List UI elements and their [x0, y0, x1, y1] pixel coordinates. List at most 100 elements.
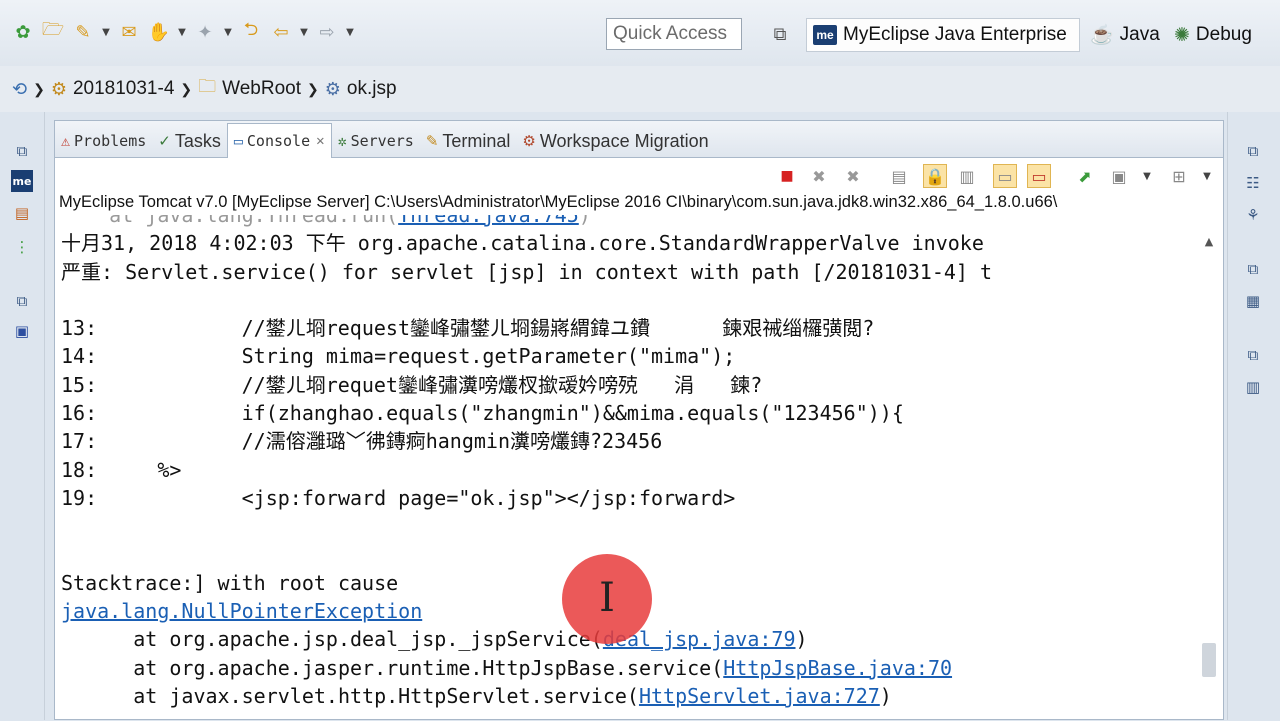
breadcrumb-project[interactable]: 20181031-4: [73, 78, 174, 100]
chevron-right-icon: ❯: [307, 80, 319, 97]
tab-servers[interactable]: ✲ Servers: [332, 125, 420, 157]
console-text-segment: ): [795, 627, 808, 652]
console-text-segment: at org.apache.jsp.deal_jsp._jspService(: [61, 627, 603, 652]
tab-label: Problems: [74, 132, 147, 150]
perspective-myeclipse-java-enterprise[interactable]: me MyEclipse Java Enterprise: [806, 18, 1080, 52]
perspective-java[interactable]: ☕ Java: [1084, 18, 1166, 52]
tab-workspace-migration[interactable]: ⚙ Workspace Migration: [516, 125, 714, 157]
chevron-down-icon[interactable]: ▼: [100, 27, 112, 38]
close-icon[interactable]: ✕: [316, 133, 324, 149]
package-icon[interactable]: ✉: [116, 18, 142, 46]
java-cup-icon: ☕: [1090, 25, 1114, 46]
new-server-icon[interactable]: ✿: [10, 18, 36, 46]
perspective-debug[interactable]: ✺ Debug: [1168, 18, 1258, 52]
console-line: 13: //鐢ㄦ埛request鑾峰彇鐢ㄦ埛鍚嶈緭鍏ユ鐨 鍊艰祴缁欏彉閲?: [61, 316, 875, 341]
console-text-segment: at org.apache.jasper.runtime.HttpJspBase…: [61, 655, 724, 680]
bug-icon: ✺: [1174, 24, 1190, 46]
console-text-segment: at java.lang.Thread.run(: [61, 215, 399, 227]
chevron-right-icon: ❯: [180, 80, 193, 97]
view-tab-bar: ⚠ Problems ✓ Tasks ▭ Console ✕ ✲ Servers…: [55, 121, 1223, 158]
perspective-label: MyEclipse Java Enterprise: [843, 24, 1067, 45]
remove-launch-icon[interactable]: ✖: [807, 164, 831, 188]
main-toolbar: ✿ 🗁 ✎ ▼ ✉ ✋ ▼ ✦ ▼ ⮌ ⇦ ▼ ⇨ ▼ ⧉ me MyEclip…: [0, 0, 1280, 67]
toolbar-icon-group: ✿ 🗁 ✎ ▼ ✉ ✋ ▼ ✦ ▼ ⮌ ⇦ ▼ ⇨ ▼: [10, 18, 356, 46]
myeclipse-explorer-icon[interactable]: me: [11, 170, 33, 192]
console-text-segment: ): [879, 684, 892, 709]
display-console-icon[interactable]: ▣: [1107, 164, 1131, 188]
annotation-icon[interactable]: ✦: [192, 18, 218, 46]
console-line: 16: if(zhanghao.equals("zhangmin")&&mima…: [61, 401, 904, 426]
image-preview-icon[interactable]: ▣: [11, 320, 33, 342]
back-icon[interactable]: ⇦: [268, 18, 294, 46]
console-icon: ▭: [233, 132, 243, 150]
tab-label: Servers: [350, 132, 414, 150]
folder-icon: 🗀: [198, 76, 217, 96]
terminate-icon[interactable]: ■: [775, 164, 799, 188]
terminal-icon: ✎: [425, 133, 439, 150]
open-console-icon[interactable]: ⊞: [1167, 164, 1191, 188]
remove-all-terminated-icon[interactable]: ✖: [841, 164, 865, 188]
tab-console[interactable]: ▭ Console ✕: [226, 123, 332, 158]
console-text-segment: at javax.servlet.http.HttpServlet.servic…: [61, 684, 639, 709]
exception-link[interactable]: java.lang.NullPointerException: [61, 599, 422, 623]
palette-icon[interactable]: ⚘: [1242, 204, 1264, 226]
tab-terminal[interactable]: ✎ Terminal: [420, 125, 517, 157]
console-line: 严重: Servlet.service() for servlet [jsp] …: [61, 259, 993, 284]
stack-frame-link[interactable]: HttpServlet.java:727: [639, 684, 880, 708]
restore-icon[interactable]: ⧉: [1242, 258, 1264, 280]
scroll-up-icon[interactable]: ▲: [1201, 233, 1217, 249]
tab-label: Workspace Migration: [539, 130, 709, 151]
restore-icon[interactable]: ⧉: [1242, 140, 1264, 162]
snippets-icon[interactable]: ▥: [1242, 376, 1264, 398]
chevron-down-icon[interactable]: ▼: [1195, 164, 1219, 188]
chevron-down-icon[interactable]: ▼: [176, 27, 188, 38]
restore-icon[interactable]: ⧉: [11, 290, 33, 312]
word-wrap-icon[interactable]: ▥: [955, 164, 979, 188]
chevron-down-icon[interactable]: ▼: [344, 27, 356, 38]
migration-icon: ⚙: [522, 133, 536, 150]
pin-icon[interactable]: ✋: [146, 18, 172, 46]
outline-icon[interactable]: ☷: [1242, 172, 1264, 194]
last-edit-icon[interactable]: ⮌: [238, 18, 264, 46]
console-line: 14: String mima=request.getParameter("mi…: [61, 344, 736, 369]
breadcrumb-file[interactable]: ok.jsp: [347, 78, 397, 100]
scrollbar-thumb[interactable]: [1202, 643, 1216, 677]
breadcrumb-folder[interactable]: WebRoot: [222, 78, 301, 100]
myeclipse-logo-icon: me: [813, 25, 837, 45]
show-on-stderr-icon[interactable]: ▭: [1027, 164, 1051, 188]
chevron-down-icon[interactable]: ▼: [298, 27, 310, 38]
console-process-label: MyEclipse Tomcat v7.0 [MyEclipse Server]…: [59, 193, 1058, 211]
jsp-file-icon: ⚙: [324, 78, 341, 99]
deploy-icon[interactable]: ✎: [70, 18, 96, 46]
console-line: at org.apache.jasper.runtime.HttpJspBase…: [61, 654, 1195, 682]
tab-problems[interactable]: ⚠ Problems: [55, 125, 152, 157]
show-on-stdout-icon[interactable]: ▭: [993, 164, 1017, 188]
tab-label: Tasks: [174, 130, 221, 151]
forward-icon[interactable]: ⇨: [314, 18, 340, 46]
pin-console-icon[interactable]: ⬈: [1073, 164, 1097, 188]
outline-icon[interactable]: ⋮: [11, 236, 33, 258]
console-toolbar: ■ ✖ ✖ ▤ 🔒 ▥ ▭ ▭ ⬈ ▣ ▼ ⊞ ▼: [55, 158, 1223, 194]
scroll-lock-icon[interactable]: 🔒: [923, 164, 947, 188]
open-folder-icon[interactable]: 🗁: [40, 18, 66, 46]
restore-icon[interactable]: ⧉: [11, 140, 33, 162]
workspace-icon[interactable]: ⟲: [12, 79, 27, 100]
project-icon: ⚙: [50, 78, 67, 99]
quick-access-input[interactable]: [606, 18, 742, 50]
console-line: 十月31, 2018 4:02:03 下午 org.apache.catalin…: [61, 231, 984, 256]
console-vertical-scrollbar[interactable]: ▲: [1201, 233, 1217, 713]
tab-tasks[interactable]: ✓ Tasks: [152, 125, 227, 157]
restore-icon[interactable]: ⧉: [1242, 344, 1264, 366]
properties-icon[interactable]: ▦: [1242, 290, 1264, 312]
chevron-down-icon[interactable]: ▼: [222, 27, 234, 38]
hierarchy-icon[interactable]: ▤: [11, 202, 33, 224]
open-perspective-icon[interactable]: ⧉: [766, 20, 794, 48]
console-text-segment: ): [578, 215, 591, 227]
clear-console-icon[interactable]: ▤: [887, 164, 911, 188]
chevron-right-icon: ❯: [33, 80, 45, 97]
stack-frame-link[interactable]: HttpJspBase.java:70: [723, 656, 952, 680]
console-output[interactable]: at java.lang.Thread.run(Thread.java:745)…: [61, 215, 1195, 721]
tab-label: Console: [246, 132, 311, 150]
stack-frame-link[interactable]: Thread.java:745: [398, 215, 579, 227]
chevron-down-icon[interactable]: ▼: [1135, 164, 1159, 188]
